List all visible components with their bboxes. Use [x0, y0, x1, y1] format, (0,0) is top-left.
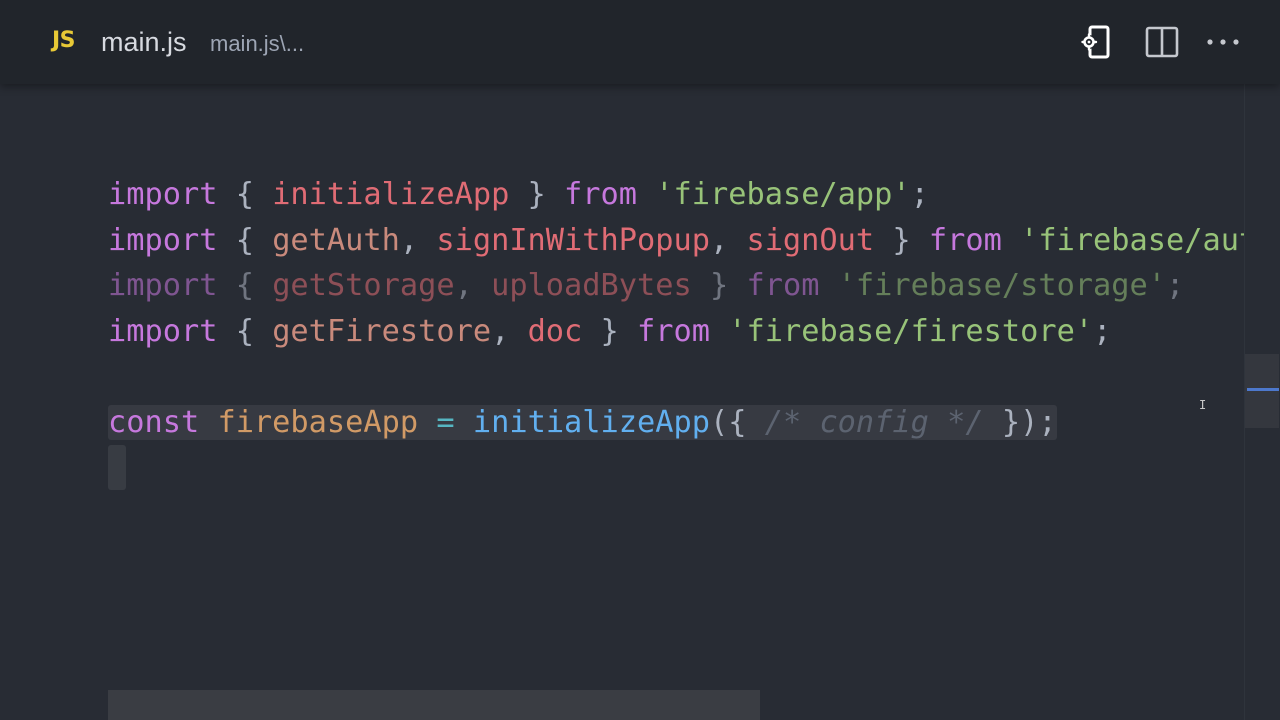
more-actions-icon	[1207, 39, 1239, 45]
open-changes-icon	[1081, 25, 1110, 59]
code-line[interactable]: const firebaseApp = initializeApp({ /* c…	[108, 400, 1244, 446]
code-token: getAuth	[272, 222, 400, 258]
code-token: {	[217, 222, 273, 258]
code-token: }	[582, 313, 638, 349]
code-token: ,	[399, 222, 437, 258]
code-token: {	[217, 177, 273, 212]
minimap[interactable]	[1244, 84, 1280, 720]
code-token: ,	[454, 268, 492, 303]
code-token: getStorage	[272, 268, 455, 303]
split-editor-button[interactable]	[1144, 24, 1180, 60]
code-line[interactable]	[108, 445, 1244, 491]
code-token: signOut	[746, 222, 875, 258]
minimap-slider[interactable]	[1245, 354, 1279, 428]
code-line[interactable]	[108, 354, 1244, 400]
javascript-file-icon: JS	[52, 28, 76, 53]
code-token: {	[217, 268, 273, 303]
code-token: ({	[709, 404, 765, 440]
code-token: firebaseApp	[217, 404, 419, 440]
code-token: /* config */	[764, 404, 984, 440]
minimap-cursor-marker	[1247, 388, 1279, 391]
code-token: ,	[491, 313, 528, 349]
code-token: }	[691, 268, 747, 303]
code-token: 'firebase/firestore'	[728, 313, 1094, 349]
code-token: }	[509, 177, 565, 212]
code-content[interactable]: import { initializeApp } from 'firebase/…	[108, 172, 1244, 491]
code-token: }	[874, 222, 929, 258]
code-token: import	[108, 222, 218, 258]
editor-tab-bar: JS main.js main.js\...	[0, 0, 1280, 84]
code-line[interactable]: import { initializeApp } from 'firebase/…	[108, 172, 1244, 218]
selection-highlight: const firebaseApp = initializeApp({ /* c…	[108, 404, 1057, 440]
code-token: getFirestore	[272, 313, 492, 349]
code-token: from	[564, 177, 638, 212]
code-editor[interactable]: import { initializeApp } from 'firebase/…	[0, 84, 1244, 720]
code-token: ;	[1166, 268, 1185, 303]
code-token: 'firebase/app'	[655, 177, 911, 212]
current-line-highlight	[108, 445, 126, 490]
code-token: import	[108, 268, 218, 303]
split-editor-icon	[1145, 26, 1179, 58]
code-token: initializeApp	[272, 177, 510, 212]
code-token: import	[108, 313, 218, 349]
more-actions-button[interactable]	[1205, 24, 1241, 60]
open-changes-button[interactable]	[1080, 24, 1116, 60]
tab-title[interactable]: main.js	[101, 27, 187, 58]
code-token: doc	[527, 313, 583, 349]
code-token: =	[436, 404, 455, 440]
code-token: from	[637, 313, 710, 349]
code-token: ;	[1093, 313, 1112, 349]
horizontal-scrollbar[interactable]	[108, 690, 760, 720]
code-token: initializeApp	[472, 404, 710, 440]
code-line[interactable]: import { getFirestore, doc } from 'fireb…	[108, 309, 1244, 355]
code-token: });	[983, 404, 1057, 440]
code-token: const	[108, 404, 200, 440]
code-token: 'firebase/auth	[1020, 222, 1244, 258]
code-token: signInWithPopup	[436, 222, 710, 258]
code-token: ;	[910, 177, 929, 212]
code-token: 'firebase/storage'	[837, 268, 1167, 303]
code-token: {	[217, 313, 273, 349]
code-token: ,	[709, 222, 747, 258]
code-line[interactable]: import { getAuth, signInWithPopup, signO…	[108, 218, 1244, 264]
tab-description: main.js\...	[210, 31, 305, 56]
code-token: import	[108, 177, 218, 212]
code-token: from	[928, 222, 1002, 258]
text-cursor-icon: I	[1199, 398, 1207, 412]
code-line[interactable]: import { getStorage, uploadBytes } from …	[108, 263, 1244, 309]
code-token: uploadBytes	[491, 268, 692, 303]
code-token: from	[746, 268, 820, 303]
